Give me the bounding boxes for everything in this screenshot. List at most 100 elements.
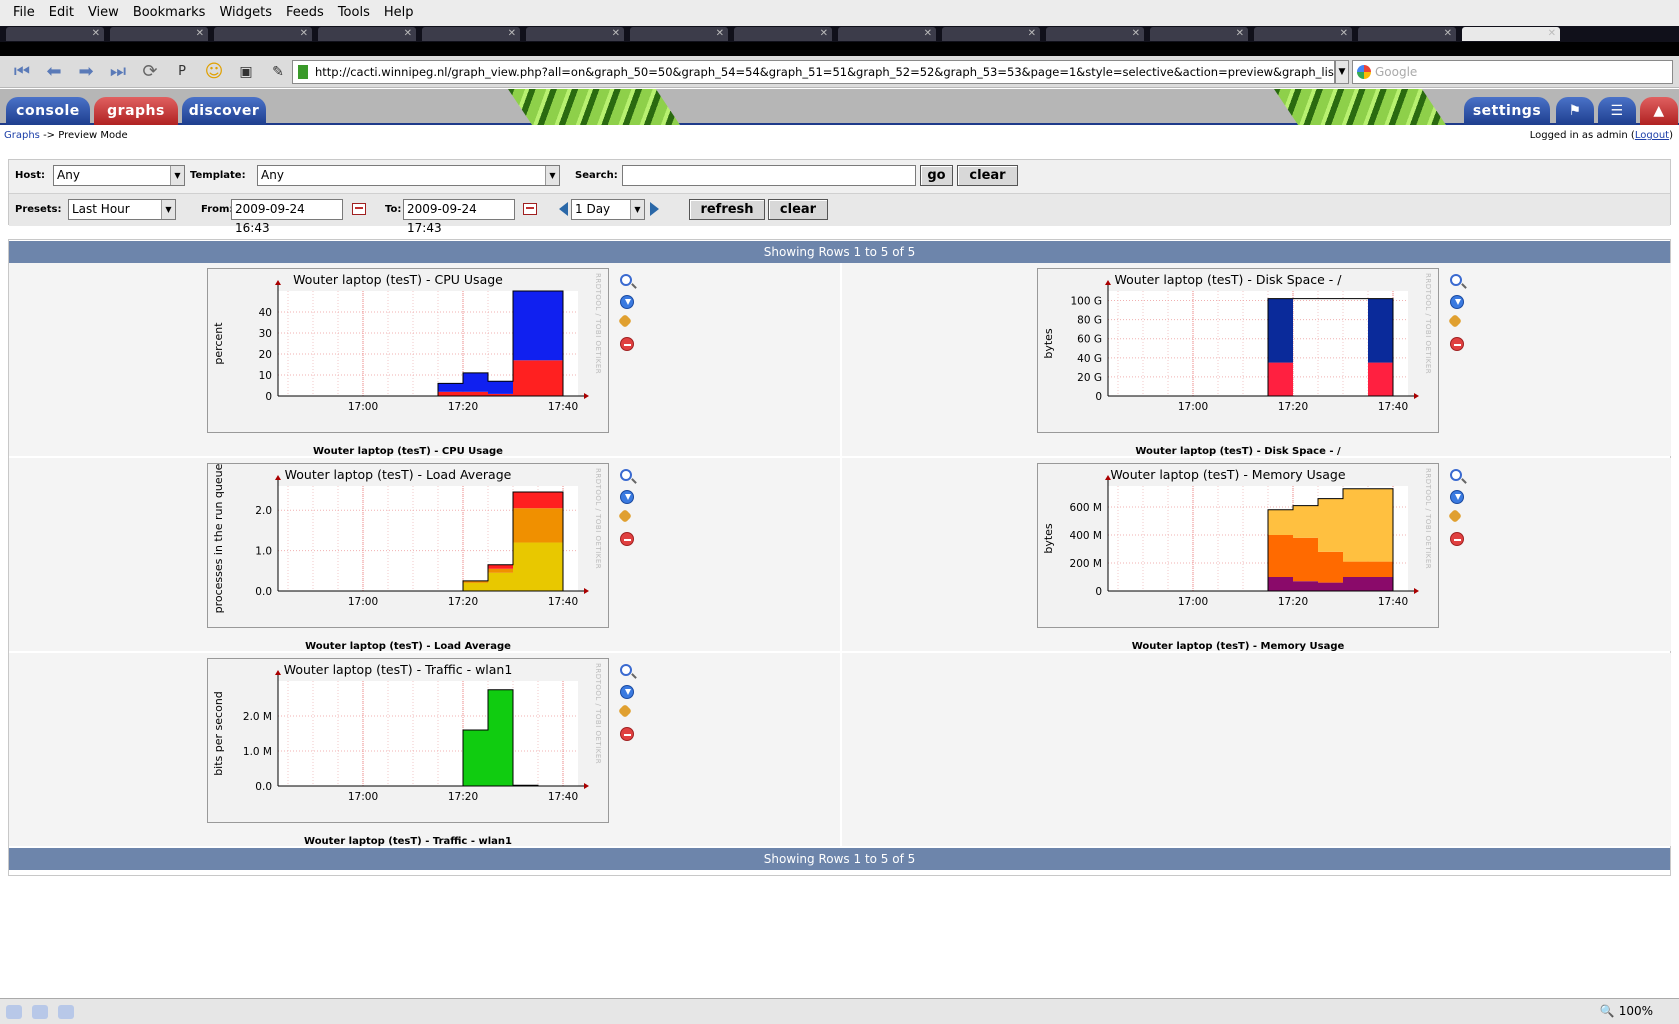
y-tick-label: 60 G xyxy=(1077,334,1102,346)
browser-tab[interactable]: ✕ xyxy=(734,27,832,41)
menu-edit[interactable]: Edit xyxy=(42,0,81,26)
close-icon[interactable]: ✕ xyxy=(1548,27,1556,40)
browser-tab-active[interactable]: ✕ xyxy=(1462,27,1560,41)
zoom-icon[interactable] xyxy=(620,469,632,481)
delete-icon[interactable] xyxy=(620,337,634,351)
search-engine-input[interactable]: Google xyxy=(1352,60,1673,84)
close-icon[interactable]: ✕ xyxy=(1028,27,1036,40)
turbo-icon[interactable] xyxy=(58,1005,74,1019)
refresh-button[interactable]: refresh xyxy=(689,199,765,220)
delete-icon[interactable] xyxy=(1450,532,1464,546)
forward-icon[interactable]: ➡ xyxy=(72,59,100,85)
menu-tools[interactable]: Tools xyxy=(331,0,377,26)
panels-icon[interactable] xyxy=(6,1005,22,1019)
tab-console[interactable]: console xyxy=(6,97,90,125)
zoom-level[interactable]: 🔍 100% xyxy=(1600,1004,1653,1018)
zoom-icon[interactable] xyxy=(620,274,632,286)
zoom-icon[interactable] xyxy=(1450,274,1462,286)
download-icon[interactable] xyxy=(620,295,634,309)
preview-view-icon[interactable]: ▲ xyxy=(1640,97,1678,125)
y-tick-label: 1.0 xyxy=(255,546,272,558)
browser-tab[interactable]: ✕ xyxy=(630,27,728,41)
close-icon[interactable]: ✕ xyxy=(1132,27,1140,40)
browser-tab[interactable]: ✕ xyxy=(214,27,312,41)
close-icon[interactable]: ✕ xyxy=(508,27,516,40)
smiley-icon[interactable]: ☺ xyxy=(200,59,228,85)
shift-right-icon[interactable] xyxy=(650,202,659,216)
shift-left-icon[interactable] xyxy=(559,202,568,216)
download-icon[interactable] xyxy=(620,685,634,699)
chevron-down-icon[interactable]: ▼ xyxy=(1335,60,1349,84)
rewind-icon[interactable]: ⏮ xyxy=(8,59,36,85)
clear-timespan-button[interactable]: clear xyxy=(768,199,828,220)
menu-widgets[interactable]: Widgets xyxy=(212,0,279,26)
browser-tab[interactable]: ✕ xyxy=(838,27,936,41)
close-icon[interactable]: ✕ xyxy=(1340,27,1348,40)
close-icon[interactable]: ✕ xyxy=(196,27,204,40)
network-icon[interactable] xyxy=(32,1005,48,1019)
host-select[interactable]: Any ▼ xyxy=(53,165,185,186)
browser-tab[interactable]: ✕ xyxy=(1046,27,1144,41)
delete-icon[interactable] xyxy=(620,532,634,546)
timespan-select[interactable]: 1 Day ▼ xyxy=(571,199,645,220)
close-icon[interactable]: ✕ xyxy=(1236,27,1244,40)
fast-forward-icon[interactable]: ⏭ xyxy=(104,59,132,85)
menu-help[interactable]: Help xyxy=(377,0,421,26)
menu-bookmarks[interactable]: Bookmarks xyxy=(126,0,213,26)
address-bar[interactable]: http://cacti.winnipeg.nl/graph_view.php?… xyxy=(292,60,1335,84)
breadcrumb-graphs-link[interactable]: Graphs xyxy=(4,130,40,141)
browser-tab[interactable]: ✕ xyxy=(1358,27,1456,41)
browser-tab[interactable]: ✕ xyxy=(318,27,416,41)
browser-tab[interactable]: ✕ xyxy=(6,27,104,41)
close-icon[interactable]: ✕ xyxy=(300,27,308,40)
menu-feeds[interactable]: Feeds xyxy=(279,0,331,26)
tab-discover[interactable]: discover xyxy=(182,97,266,125)
close-icon[interactable]: ✕ xyxy=(612,27,620,40)
tab-settings[interactable]: settings xyxy=(1464,97,1550,125)
back-icon[interactable]: ⬅ xyxy=(40,59,68,85)
browser-tab[interactable]: ✕ xyxy=(942,27,1040,41)
delete-icon[interactable] xyxy=(620,727,634,741)
calendar-icon[interactable] xyxy=(523,203,537,215)
close-icon[interactable]: ✕ xyxy=(716,27,724,40)
menu-file[interactable]: File xyxy=(6,0,42,26)
close-icon[interactable]: ✕ xyxy=(1444,27,1452,40)
presets-select[interactable]: Last Hour ▼ xyxy=(68,199,176,220)
download-icon[interactable] xyxy=(620,490,634,504)
clear-button[interactable]: clear xyxy=(957,165,1018,186)
graph-image[interactable]: Wouter laptop (tesT) - CPU Usage RRDTOOL … xyxy=(207,268,609,433)
close-icon[interactable]: ✕ xyxy=(820,27,828,40)
list-view-icon[interactable]: ☰ xyxy=(1598,97,1636,125)
close-icon[interactable]: ✕ xyxy=(92,27,100,40)
camera-icon[interactable]: ▣ xyxy=(232,59,260,85)
close-icon[interactable]: ✕ xyxy=(924,27,932,40)
browser-tab[interactable]: ✕ xyxy=(1254,27,1352,41)
browser-tab[interactable]: ✕ xyxy=(422,27,520,41)
pen-icon[interactable]: ✎ xyxy=(264,59,292,85)
close-icon[interactable]: ✕ xyxy=(404,27,412,40)
download-icon[interactable] xyxy=(1450,295,1464,309)
graph-image[interactable]: Wouter laptop (tesT) - Memory Usage RRDTO… xyxy=(1037,463,1439,628)
menu-view[interactable]: View xyxy=(81,0,126,26)
graph-image[interactable]: Wouter laptop (tesT) - Load Average RRDTO… xyxy=(207,463,609,628)
graph-image[interactable]: Wouter laptop (tesT) - Disk Space - / RRD… xyxy=(1037,268,1439,433)
calendar-icon[interactable] xyxy=(352,203,366,215)
logout-link[interactable]: Logout xyxy=(1635,130,1669,141)
go-button[interactable]: go xyxy=(920,165,953,186)
browser-tab[interactable]: ✕ xyxy=(110,27,208,41)
from-date-input[interactable]: 2009-09-24 16:43 xyxy=(231,199,343,235)
download-icon[interactable] xyxy=(1450,490,1464,504)
zoom-icon[interactable] xyxy=(620,664,632,676)
delete-icon[interactable] xyxy=(1450,337,1464,351)
to-date-input[interactable]: 2009-09-24 17:43 xyxy=(403,199,515,235)
template-select[interactable]: Any ▼ xyxy=(257,165,560,186)
tab-graphs[interactable]: graphs xyxy=(94,97,178,125)
reload-icon[interactable]: ⟳ xyxy=(136,59,164,85)
graph-image[interactable]: Wouter laptop (tesT) - Traffic - wlan1 RR… xyxy=(207,658,609,823)
browser-tab[interactable]: ✕ xyxy=(1150,27,1248,41)
tree-view-icon[interactable]: ⚑ xyxy=(1556,97,1594,125)
search-input[interactable] xyxy=(622,165,916,186)
browser-tab[interactable]: ✕ xyxy=(526,27,624,41)
zoom-icon[interactable] xyxy=(1450,469,1462,481)
home-icon[interactable]: P xyxy=(168,59,196,85)
